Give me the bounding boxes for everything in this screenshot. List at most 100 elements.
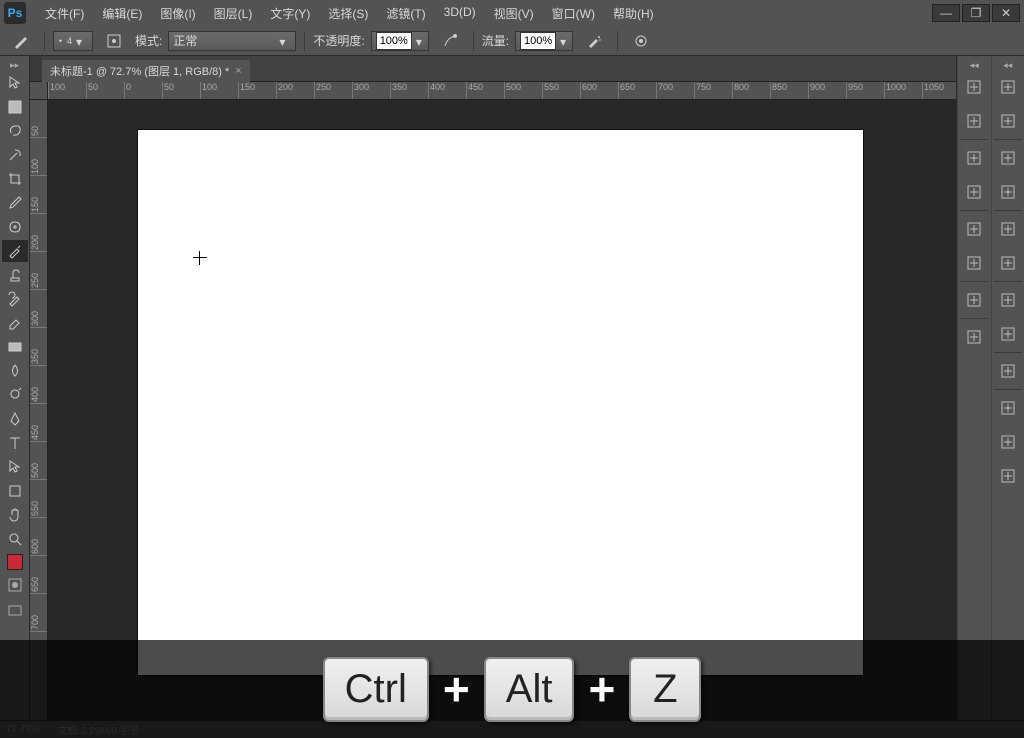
vertical-ruler[interactable]: 5010015020025030035040045050055060065070… [30, 100, 48, 720]
menu-item[interactable]: 3D(D) [435, 5, 485, 22]
brush-panel-toggle-icon[interactable] [99, 30, 129, 52]
mode-label: 模式: [135, 32, 162, 49]
pressure-size-icon[interactable] [626, 30, 656, 52]
crop-tool[interactable] [2, 168, 28, 190]
layers-icon[interactable] [994, 395, 1022, 421]
history-brush-tool[interactable] [2, 288, 28, 310]
panel-collapse-handle[interactable]: ◂◂ [992, 60, 1024, 70]
pen-tool[interactable] [2, 408, 28, 430]
panel-separator [994, 210, 1023, 211]
3d-materials-icon[interactable] [994, 179, 1022, 205]
close-tab-icon[interactable]: × [235, 65, 241, 77]
3d-panel-icon[interactable] [994, 74, 1022, 100]
navigator-icon[interactable] [960, 287, 988, 313]
brush-tool[interactable] [2, 240, 28, 262]
kuler-icon[interactable] [994, 321, 1022, 347]
flow-value: 100% [520, 32, 556, 50]
foreground-color-swatch[interactable] [7, 554, 23, 570]
ruler-tick: 200 [276, 82, 314, 99]
ruler-origin[interactable] [30, 82, 48, 100]
divider [304, 31, 305, 51]
dodge-tool[interactable] [2, 384, 28, 406]
ruler-tick: 800 [732, 82, 770, 99]
app-logo[interactable]: Ps [4, 2, 26, 24]
path-select-tool[interactable] [2, 456, 28, 478]
blend-mode-dropdown[interactable]: 正常 ▾ [168, 31, 296, 51]
flow-dropdown[interactable]: 100% ▾ [515, 31, 573, 51]
properties-icon[interactable] [960, 145, 988, 171]
info-icon[interactable] [994, 145, 1022, 171]
document-tab[interactable]: 未标题-1 @ 72.7% (图层 1, RGB/8) * × [42, 60, 250, 82]
character-icon[interactable] [960, 216, 988, 242]
panel-separator [960, 318, 989, 319]
channels-icon[interactable] [994, 429, 1022, 455]
ruler-tick: 50 [86, 82, 124, 99]
quick-select-tool[interactable] [2, 144, 28, 166]
adjustments-icon[interactable] [994, 358, 1022, 384]
gradient-tool[interactable] [2, 336, 28, 358]
minimize-button[interactable]: — [932, 4, 960, 22]
history-icon[interactable] [960, 74, 988, 100]
spot-heal-tool[interactable] [2, 216, 28, 238]
brush-preset-picker[interactable]: • 4 ▾ [53, 31, 93, 51]
divider [617, 31, 618, 51]
histogram-icon[interactable] [994, 108, 1022, 134]
menu-item[interactable]: 文字(Y) [261, 5, 319, 22]
menu-item[interactable]: 滤镜(T) [377, 5, 434, 22]
styles-icon[interactable] [994, 287, 1022, 313]
panel-separator [960, 210, 989, 211]
ruler-tick: 50 [30, 100, 47, 138]
blend-mode-value: 正常 [173, 32, 275, 49]
shape-tool[interactable] [2, 480, 28, 502]
menu-item[interactable]: 选择(S) [319, 5, 377, 22]
ruler-tick: 450 [30, 404, 47, 442]
move-tool[interactable] [2, 72, 28, 94]
close-window-button[interactable]: ✕ [992, 4, 1020, 22]
ruler-tick: 700 [30, 594, 47, 632]
current-tool-preset-icon[interactable] [6, 30, 36, 52]
canvas-background[interactable] [48, 100, 956, 720]
menu-item[interactable]: 视图(V) [485, 5, 543, 22]
menu-item[interactable]: 帮助(H) [604, 5, 663, 22]
swatches-icon[interactable] [994, 250, 1022, 276]
ruler-tick: 300 [30, 290, 47, 328]
brush-presets-icon[interactable] [960, 179, 988, 205]
horizontal-ruler[interactable]: 1005005010015020025030035040045050055060… [48, 82, 956, 100]
menu-item[interactable]: 图像(I) [151, 5, 204, 22]
panel-collapse-handle[interactable]: ◂◂ [958, 60, 991, 70]
opacity-dropdown[interactable]: 100% ▾ [371, 31, 429, 51]
paths-icon[interactable] [994, 463, 1022, 489]
menu-item[interactable]: 文件(F) [36, 5, 93, 22]
blur-tool[interactable] [2, 360, 28, 382]
eraser-tool[interactable] [2, 312, 28, 334]
color-icon[interactable] [994, 216, 1022, 242]
document-tab-title: 未标题-1 @ 72.7% (图层 1, RGB/8) * [50, 63, 229, 79]
canvas[interactable] [138, 130, 863, 675]
paragraph-icon[interactable] [960, 250, 988, 276]
actions-icon[interactable] [960, 108, 988, 134]
pressure-opacity-icon[interactable] [435, 30, 465, 52]
maximize-button[interactable]: ❐ [962, 4, 990, 22]
hand-tool[interactable] [2, 504, 28, 526]
zoom-tool[interactable] [2, 528, 28, 550]
ruler-tick: 250 [314, 82, 352, 99]
type-tool[interactable] [2, 432, 28, 454]
eyedropper-tool[interactable] [2, 192, 28, 214]
document-tab-bar: 未标题-1 @ 72.7% (图层 1, RGB/8) * × [30, 56, 956, 82]
quick-mask-icon[interactable] [2, 574, 28, 596]
clone-stamp-tool[interactable] [2, 264, 28, 286]
toolbar-collapse-handle[interactable]: ▸▸ [0, 60, 29, 70]
canvas-container: 1005005010015020025030035040045050055060… [30, 82, 956, 720]
ruler-tick: 200 [30, 214, 47, 252]
options-bar: • 4 ▾ 模式: 正常 ▾ 不透明度: 100% ▾ 流量: 100% ▾ [0, 26, 1024, 56]
lasso-tool[interactable] [2, 120, 28, 142]
menu-item[interactable]: 编辑(E) [93, 5, 151, 22]
ruler-tick: 50 [162, 82, 200, 99]
menu-item[interactable]: 窗口(W) [543, 5, 604, 22]
ruler-tick: 350 [390, 82, 428, 99]
marquee-tool[interactable] [2, 96, 28, 118]
screen-mode-icon[interactable] [2, 600, 28, 622]
layers-panel-icon[interactable] [960, 324, 988, 350]
airbrush-icon[interactable] [579, 30, 609, 52]
menu-item[interactable]: 图层(L) [205, 5, 262, 22]
